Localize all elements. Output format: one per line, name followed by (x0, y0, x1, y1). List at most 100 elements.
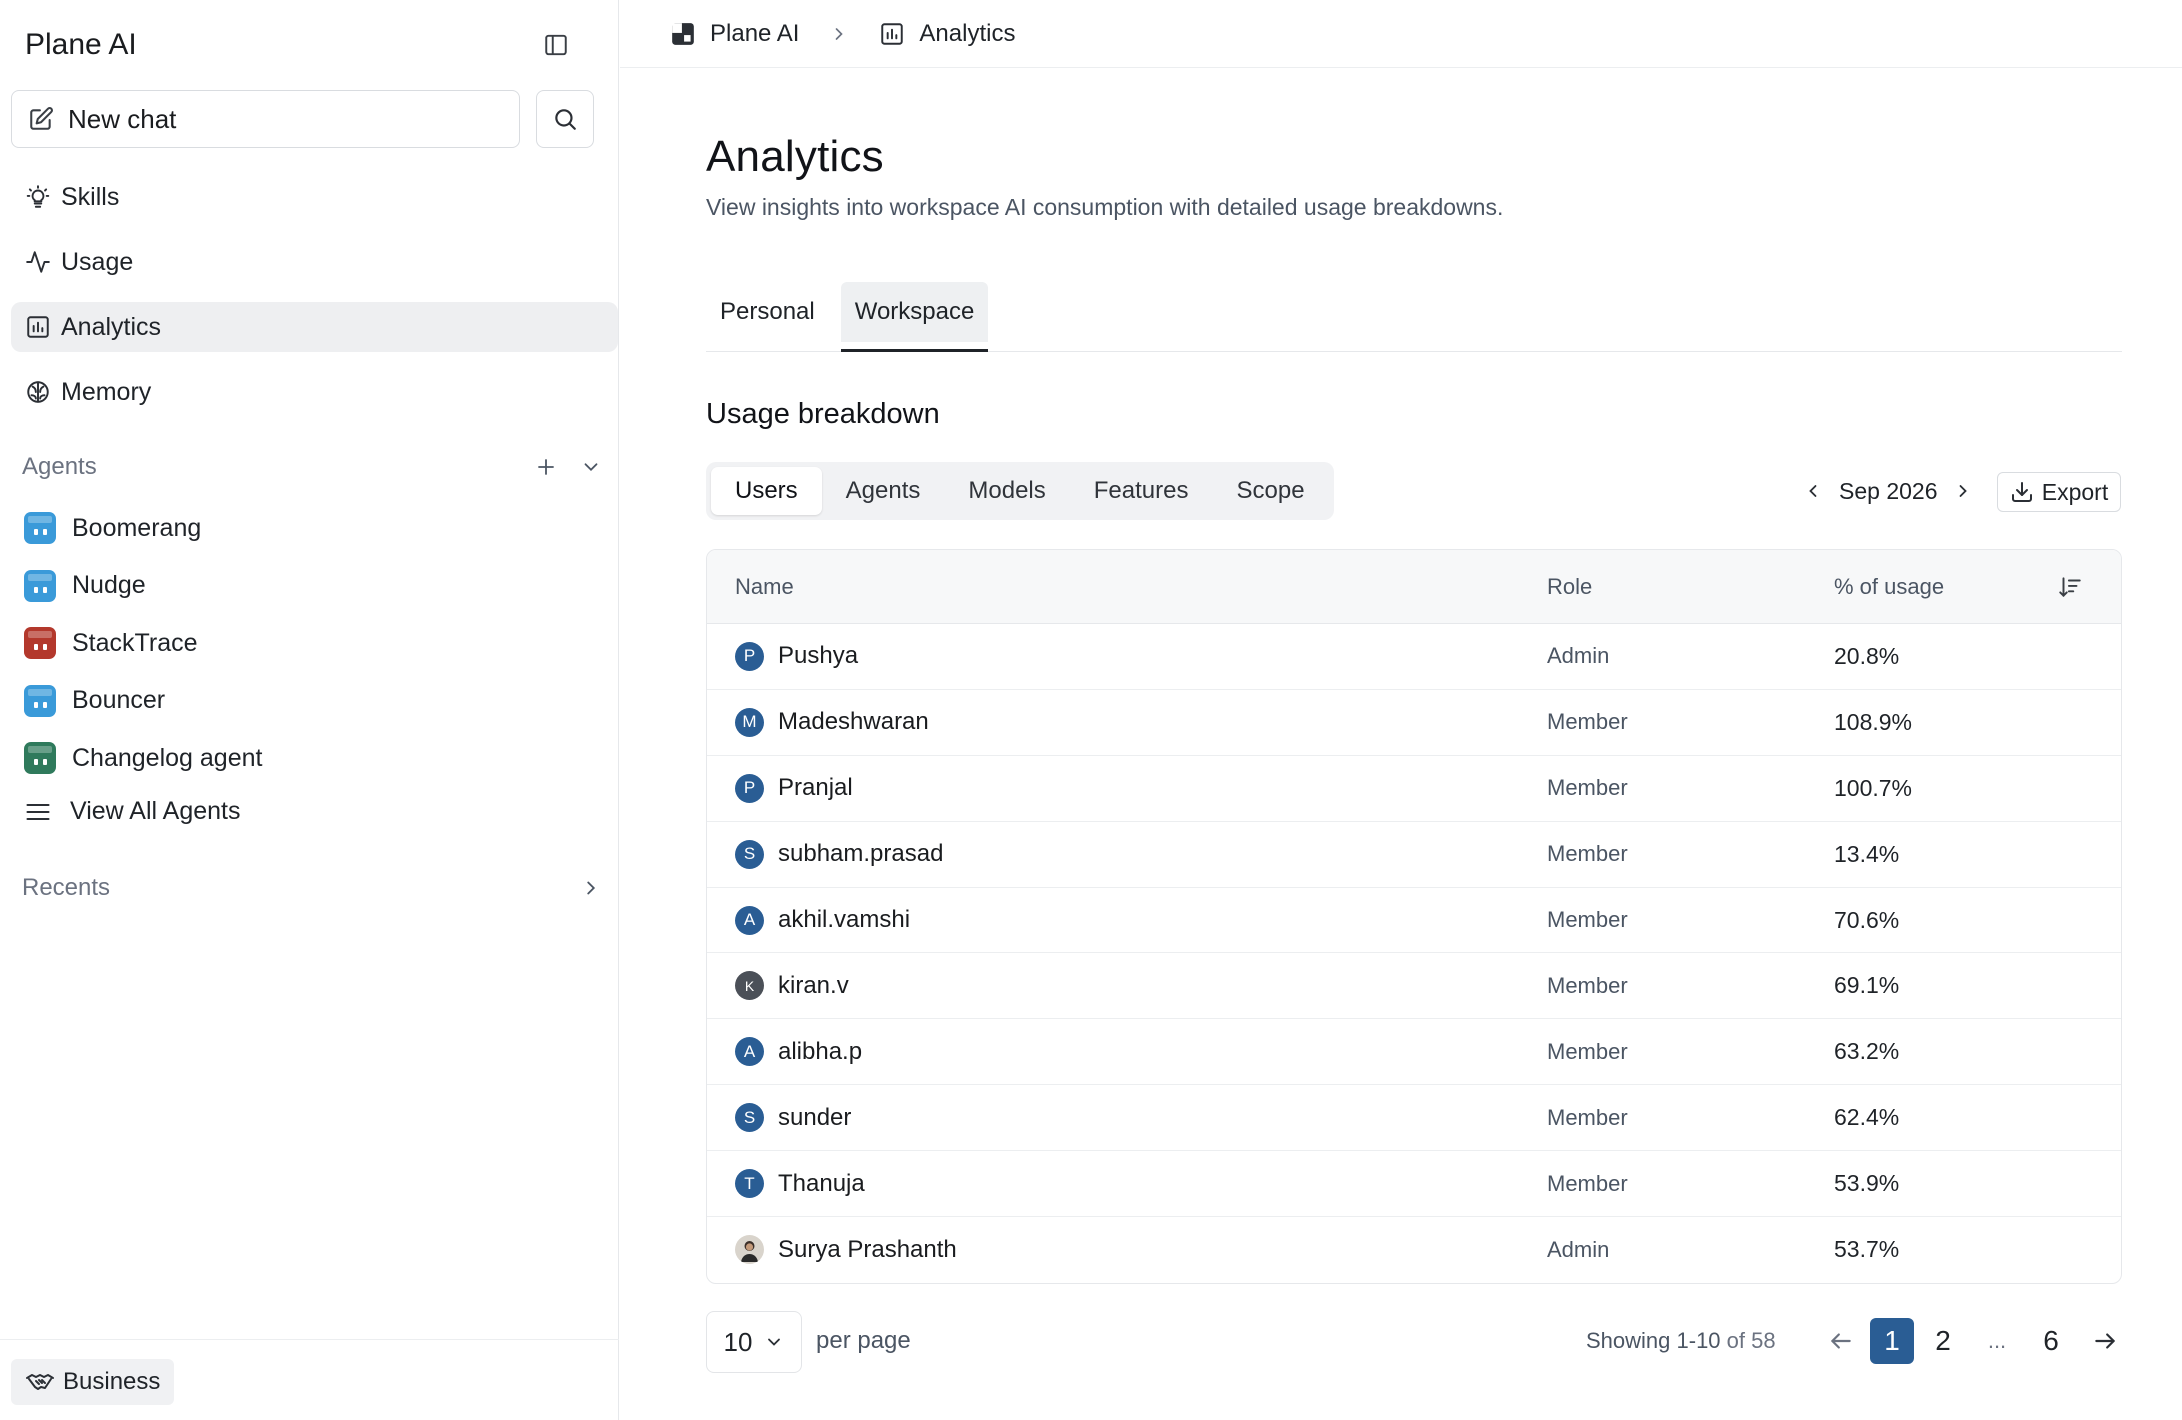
download-icon (2011, 482, 2032, 502)
sidebar-nav: Skills Usage Analytics Memory (11, 172, 618, 432)
per-page-select[interactable]: 10 (706, 1311, 802, 1373)
sort-icon[interactable] (2057, 574, 2083, 600)
user-avatar: P (735, 641, 764, 671)
search-button[interactable] (536, 90, 594, 148)
handshake-icon (26, 1374, 54, 1390)
month-label: Sep 2026 (1839, 477, 1938, 504)
sidebar-footer: Business (0, 1339, 619, 1420)
user-name: Thanuja (778, 1169, 865, 1197)
section-title: Usage breakdown (706, 398, 940, 430)
table-row[interactable]: M Madeshwaran Member 108.9% (707, 690, 2121, 756)
table-row[interactable]: P Pranjal Member 100.7% (707, 756, 2121, 822)
page-title: Analytics (706, 132, 884, 181)
page-button-2[interactable]: 2 (1918, 1318, 1968, 1364)
agent-avatar-icon (24, 569, 56, 602)
prev-page-button[interactable] (1816, 1318, 1866, 1364)
user-avatar: M (735, 707, 764, 737)
sidebar-header: Plane AI (25, 24, 578, 66)
user-role: Member (1547, 1104, 1628, 1130)
next-page-button[interactable] (2080, 1318, 2130, 1364)
breadcrumb: Plane AI Analytics (620, 0, 2182, 68)
user-role: Member (1547, 907, 1628, 932)
export-label: Export (2041, 478, 2109, 505)
breadcrumb-current: Analytics (879, 20, 1015, 48)
page-button-6[interactable]: 6 (2026, 1318, 2076, 1364)
new-chat-button[interactable]: New chat (11, 90, 520, 148)
breadcrumb-root[interactable]: Plane AI (670, 20, 799, 48)
user-role: Member (1547, 709, 1628, 735)
sidebar-item-memory[interactable]: Memory (11, 367, 618, 417)
chevron-down-icon (768, 1338, 781, 1346)
table-row[interactable]: P Pushya Admin 20.8% (707, 624, 2121, 690)
view-all-agents-label: View All Agents (70, 797, 241, 825)
export-button[interactable]: Export (1997, 472, 2121, 512)
page-button-1[interactable]: 1 (1870, 1318, 1914, 1364)
toggle-sidebar-button[interactable] (534, 23, 578, 67)
activity-icon (26, 251, 50, 273)
table-row[interactable]: Aalibha.p Member 63.2% (707, 1019, 2121, 1086)
table-header: Name Role % of usage (707, 550, 2121, 624)
segment-users[interactable]: Users (711, 467, 822, 515)
chevron-right-icon (587, 881, 596, 895)
column-header-role[interactable]: Role (1545, 574, 1834, 600)
user-name: subham.prasad (778, 840, 944, 868)
sidebar-item-analytics[interactable]: Analytics (11, 302, 618, 352)
segment-features[interactable]: Features (1070, 467, 1213, 515)
sidebar-item-label: Analytics (61, 312, 162, 341)
column-header-usage[interactable]: % of usage (1834, 574, 2034, 600)
user-avatar: A (735, 905, 764, 935)
agent-item[interactable]: Changelog agent (24, 737, 604, 779)
table-row[interactable]: Ssunder Member 62.4% (707, 1085, 2121, 1152)
chevron-right-icon[interactable] (1953, 481, 1973, 501)
sidebar-item-label: Memory (61, 377, 152, 406)
table-row[interactable]: Surya Prashanth Admin 53.7% (707, 1217, 2121, 1283)
segment-scope[interactable]: Scope (1212, 467, 1328, 515)
agent-avatar-icon (24, 627, 56, 659)
agents-list: Boomerang Nudge StackTrace Bouncer Chang… (24, 507, 604, 833)
column-header-name[interactable]: Name (707, 574, 1545, 600)
table-row[interactable]: Aakhil.vamshi Member 70.6% (707, 888, 2121, 954)
view-all-agents-link[interactable]: View All Agents (24, 791, 604, 833)
sidebar-item-label: Skills (61, 182, 120, 211)
sidebar-toggle-icon (545, 34, 567, 56)
recents-section-header[interactable]: Recents (22, 868, 602, 908)
chevron-left-icon[interactable] (1803, 481, 1823, 501)
showing-prefix: Showing 1-10 (1586, 1328, 1721, 1353)
table-row[interactable]: Ssubham.prasad Member 13.4% (707, 822, 2121, 888)
table-row[interactable]: Kkiran.v Member 69.1% (707, 953, 2121, 1020)
showing-range: Showing 1-10 of 58 (1586, 1328, 1776, 1354)
plus-icon[interactable] (534, 455, 558, 479)
user-name: Madeshwaran (778, 708, 929, 736)
tab-workspace[interactable]: Workspace (840, 282, 989, 352)
chart-icon (27, 316, 49, 338)
user-name: sunder (778, 1103, 852, 1131)
table-row[interactable]: T Thanuja Member 53.9% (707, 1151, 2121, 1218)
user-role: Admin (1547, 643, 1610, 669)
arrow-right-icon (2095, 1333, 2115, 1349)
app-title: Plane AI (25, 28, 137, 61)
agent-item[interactable]: Bouncer (24, 680, 604, 722)
tab-personal[interactable]: Personal (706, 282, 829, 342)
usage-percent: 53.7% (1834, 1236, 1900, 1263)
segment-models[interactable]: Models (944, 467, 1069, 515)
sidebar-item-usage[interactable]: Usage (11, 237, 618, 287)
agent-avatar-icon (24, 512, 56, 544)
agent-item[interactable]: Nudge (24, 565, 604, 607)
user-photo-avatar (735, 1235, 764, 1265)
agent-name: Nudge (72, 571, 146, 599)
user-role: Member (1547, 1038, 1628, 1064)
user-avatar: S (735, 1103, 764, 1133)
per-page-value: 10 (723, 1326, 753, 1357)
page-ellipsis: ... (1987, 1328, 2007, 1353)
pagination: 10 per page Showing 1-10 of 58 1 2 ... 6 (706, 1311, 2122, 1373)
sidebar-item-skills[interactable]: Skills (11, 172, 618, 222)
plan-badge[interactable]: Business (11, 1359, 175, 1405)
chevron-down-icon[interactable] (580, 456, 602, 478)
user-name: alibha.p (778, 1037, 863, 1065)
agent-item[interactable]: Boomerang (24, 507, 604, 549)
plane-logo-icon (672, 22, 694, 45)
usage-percent: 100.7% (1834, 774, 1913, 801)
agent-item[interactable]: StackTrace (24, 622, 604, 664)
segment-agents[interactable]: Agents (822, 467, 945, 515)
user-role: Admin (1547, 1236, 1610, 1262)
